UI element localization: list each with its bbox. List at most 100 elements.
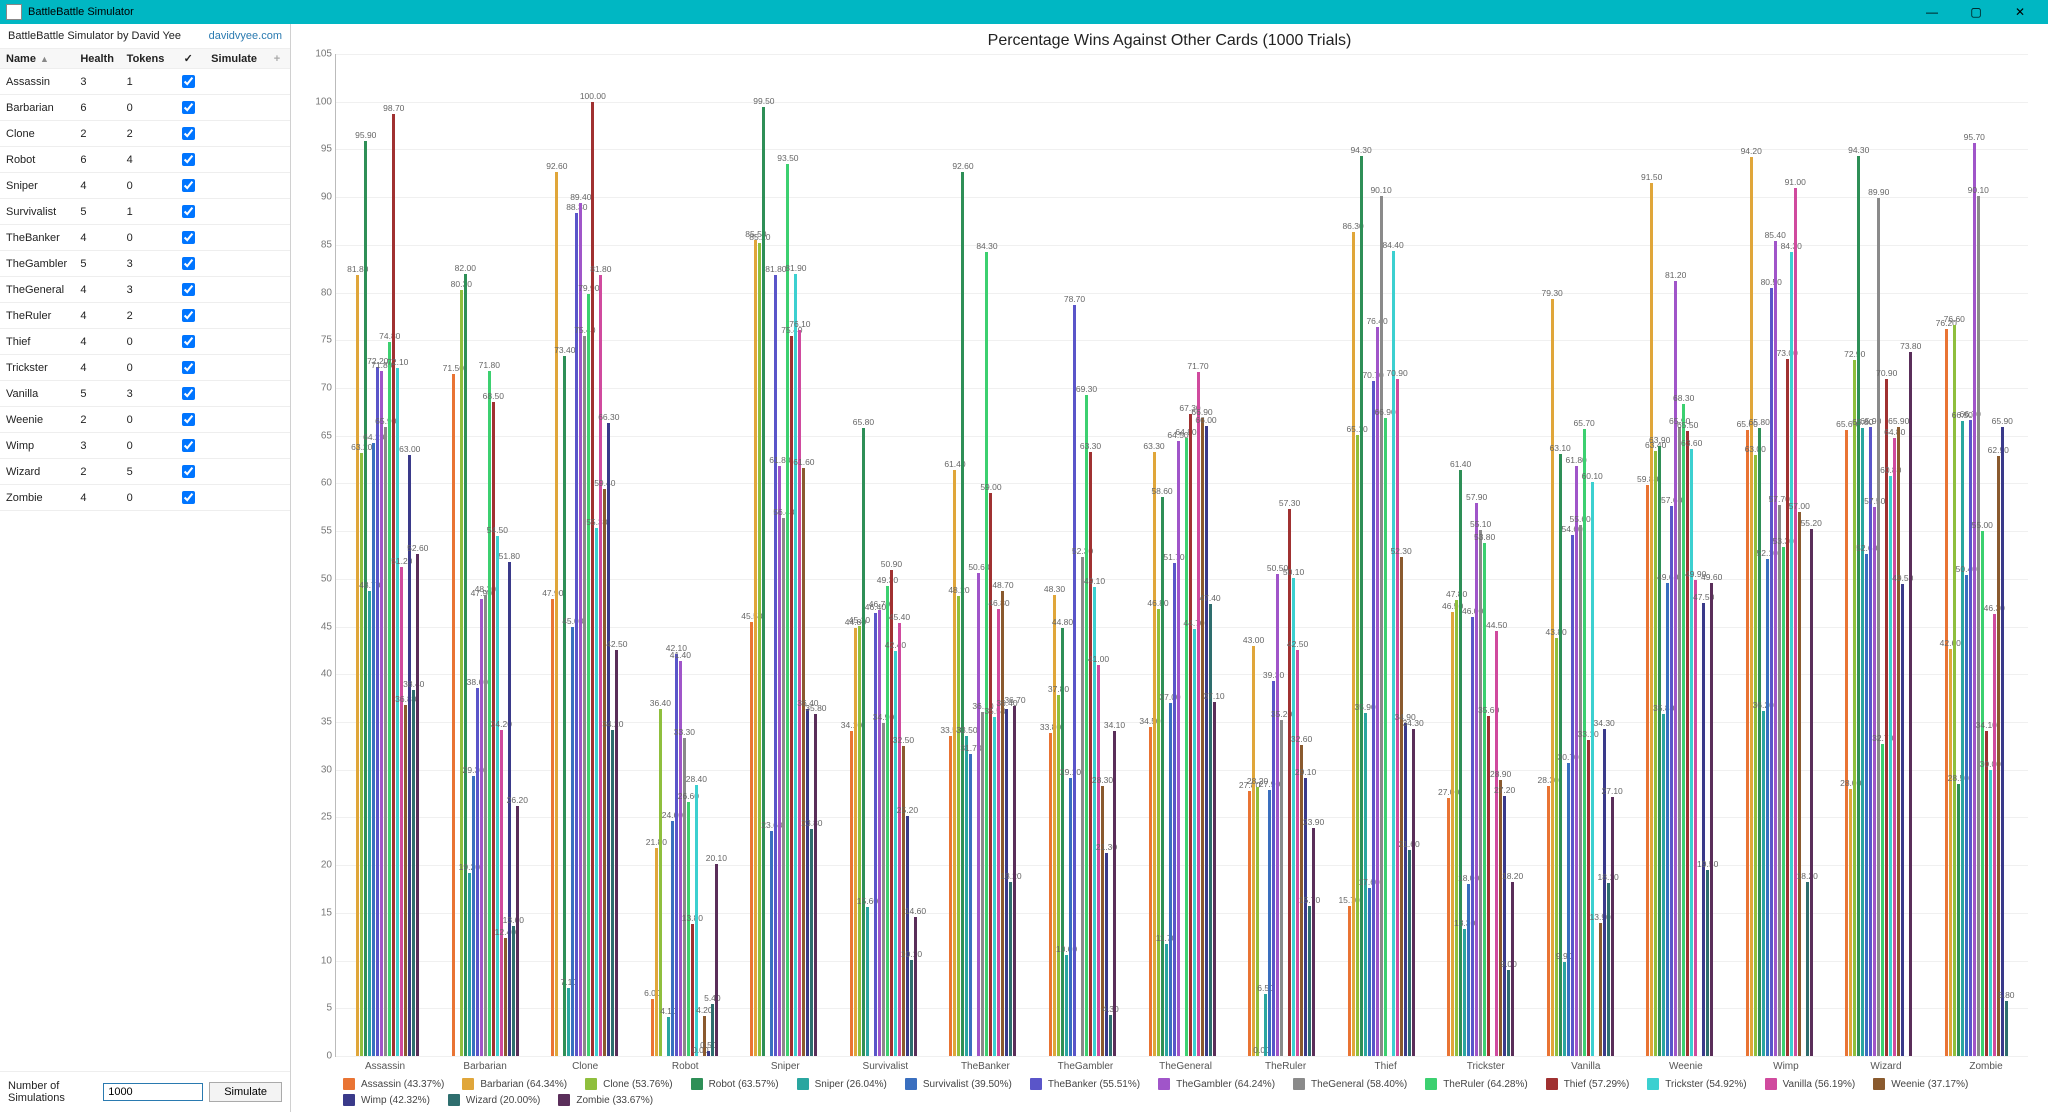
- legend-label: Assassin (43.37%): [361, 1079, 444, 1090]
- simulate-checkbox[interactable]: [182, 387, 195, 400]
- simulate-checkbox[interactable]: [182, 283, 195, 296]
- col-name[interactable]: Name▲: [0, 49, 74, 69]
- bar: 68.50: [492, 402, 495, 1056]
- simulate-checkbox[interactable]: [182, 101, 195, 114]
- bar: 80.30: [460, 290, 463, 1056]
- y-tick: 10: [304, 955, 332, 966]
- simulate-checkbox[interactable]: [182, 257, 195, 270]
- legend-item[interactable]: Assassin (43.37%): [343, 1078, 444, 1090]
- y-tick: 90: [304, 192, 332, 203]
- bar-group: 6.0021.8036.404.1024.6042.1041.4033.3026…: [635, 54, 735, 1056]
- simulate-checkbox[interactable]: [182, 309, 195, 322]
- bar: 41.00: [1097, 665, 1100, 1056]
- legend-item[interactable]: Barbarian (64.34%): [462, 1078, 567, 1090]
- legend-item[interactable]: Weenie (37.17%): [1873, 1078, 1968, 1090]
- table-row[interactable]: Thief40: [0, 329, 290, 355]
- table-row[interactable]: Robot64: [0, 147, 290, 173]
- simulate-checkbox[interactable]: [182, 439, 195, 452]
- bar: 46.00: [1471, 617, 1474, 1056]
- close-button[interactable]: ✕: [1998, 0, 2042, 24]
- bar: 32.70: [1881, 744, 1884, 1056]
- cell-health: 3: [74, 69, 120, 95]
- table-row[interactable]: Sniper40: [0, 173, 290, 199]
- simulate-checkbox[interactable]: [182, 153, 195, 166]
- simulate-checkbox[interactable]: [182, 335, 195, 348]
- table-row[interactable]: Clone22: [0, 121, 290, 147]
- cell-name: Clone: [0, 121, 74, 147]
- simulate-checkbox[interactable]: [182, 179, 195, 192]
- legend-item[interactable]: Thief (57.29%): [1546, 1078, 1630, 1090]
- legend-item[interactable]: TheBanker (55.51%): [1030, 1078, 1140, 1090]
- bar: 90.10: [1380, 196, 1383, 1056]
- col-tokens[interactable]: Tokens: [121, 49, 172, 69]
- minimize-button[interactable]: —: [1910, 0, 1954, 24]
- col-simulate[interactable]: Simulate: [205, 49, 264, 69]
- bar: 44.70: [1193, 629, 1196, 1056]
- legend-label: Weenie (37.17%): [1891, 1079, 1968, 1090]
- legend-item[interactable]: Sniper (26.04%): [797, 1078, 887, 1090]
- legend-item[interactable]: Zombie (33.67%): [558, 1094, 653, 1106]
- legend-item[interactable]: Trickster (54.92%): [1647, 1078, 1746, 1090]
- bar: 41.40: [679, 661, 682, 1056]
- simulate-button[interactable]: Simulate: [209, 1082, 282, 1102]
- bar: 84.30: [1790, 252, 1793, 1056]
- table-row[interactable]: TheBanker40: [0, 225, 290, 251]
- bar: 34.90: [1404, 723, 1407, 1056]
- y-tick: 15: [304, 907, 332, 918]
- table-row[interactable]: TheGambler53: [0, 251, 290, 277]
- table-row[interactable]: Zombie40: [0, 485, 290, 511]
- bar: 29.10: [1069, 778, 1072, 1056]
- simulate-checkbox[interactable]: [182, 361, 195, 374]
- legend-item[interactable]: Survivalist (39.50%): [905, 1078, 1012, 1090]
- legend-item[interactable]: TheRuler (64.28%): [1425, 1078, 1527, 1090]
- y-tick: 95: [304, 144, 332, 155]
- table-row[interactable]: TheRuler42: [0, 303, 290, 329]
- simulate-checkbox[interactable]: [182, 205, 195, 218]
- col-extra[interactable]: +: [264, 49, 290, 69]
- table-row[interactable]: Weenie20: [0, 407, 290, 433]
- bar: 19.20: [468, 873, 471, 1056]
- legend-item[interactable]: Wimp (42.32%): [343, 1094, 430, 1106]
- bar: 33.30: [683, 738, 686, 1056]
- table-row[interactable]: Vanilla53: [0, 381, 290, 407]
- sim-count-input[interactable]: [103, 1083, 203, 1101]
- simulate-checkbox[interactable]: [182, 127, 195, 140]
- legend-swatch: [343, 1078, 355, 1090]
- app-subtitle: BattleBattle Simulator by David Yee: [8, 30, 181, 42]
- table-row[interactable]: TheGeneral43: [0, 277, 290, 303]
- table-row[interactable]: Wizard25: [0, 459, 290, 485]
- col-check[interactable]: ✓: [171, 49, 205, 69]
- simulate-checkbox[interactable]: [182, 491, 195, 504]
- bar: 21.60: [1408, 850, 1411, 1056]
- bar: 61.40: [953, 470, 956, 1056]
- bar: 49.60: [1710, 583, 1713, 1056]
- maximize-button[interactable]: ▢: [1954, 0, 1998, 24]
- author-link[interactable]: davidvyee.com: [209, 30, 282, 42]
- simulate-checkbox[interactable]: [182, 465, 195, 478]
- table-row[interactable]: Survivalist51: [0, 199, 290, 225]
- legend-item[interactable]: TheGeneral (58.40%): [1293, 1078, 1407, 1090]
- bar: 57.70: [1778, 505, 1781, 1056]
- cell-tokens: 1: [121, 69, 172, 95]
- table-row[interactable]: Trickster40: [0, 355, 290, 381]
- simulate-checkbox[interactable]: [182, 231, 195, 244]
- simulate-checkbox[interactable]: [182, 75, 195, 88]
- bar: 33.10: [1587, 740, 1590, 1056]
- bar: 13.90: [1599, 923, 1602, 1056]
- legend-item[interactable]: TheGambler (64.24%): [1158, 1078, 1275, 1090]
- legend-swatch: [1030, 1078, 1042, 1090]
- table-row[interactable]: Assassin31: [0, 69, 290, 95]
- col-health[interactable]: Health: [74, 49, 120, 69]
- bar: 55.10: [1479, 530, 1482, 1056]
- legend-label: Vanilla (56.19%): [1783, 1079, 1856, 1090]
- bar: 95.90: [364, 141, 367, 1056]
- legend-item[interactable]: Vanilla (56.19%): [1765, 1078, 1856, 1090]
- legend-item[interactable]: Robot (63.57%): [691, 1078, 779, 1090]
- table-row[interactable]: Barbarian60: [0, 95, 290, 121]
- simulate-checkbox[interactable]: [182, 413, 195, 426]
- legend-item[interactable]: Wizard (20.00%): [448, 1094, 540, 1106]
- table-row[interactable]: Wimp30: [0, 433, 290, 459]
- legend-item[interactable]: Clone (53.76%): [585, 1078, 672, 1090]
- bar: 63.90: [1658, 446, 1661, 1056]
- bar: 45.00: [571, 627, 574, 1056]
